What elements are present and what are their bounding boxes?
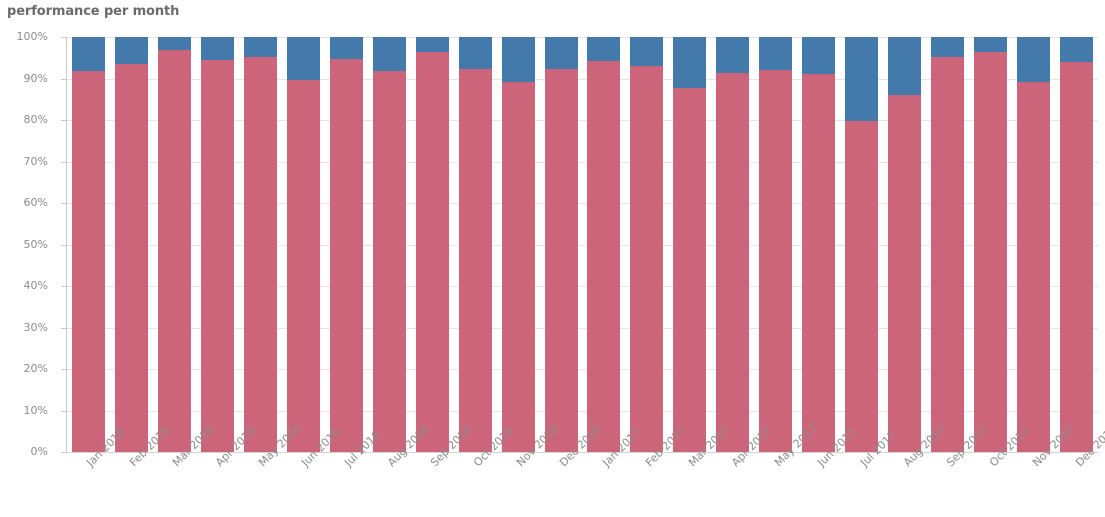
bar-segment-primary[interactable] [71,71,105,452]
bar-segment-secondary[interactable] [587,37,621,62]
bar-group[interactable] [200,37,234,452]
bar-group[interactable] [888,37,922,452]
bar-segment-primary[interactable] [329,59,363,452]
bar-segment-primary[interactable] [243,57,277,452]
bar-group[interactable] [802,37,836,452]
bar-segment-primary[interactable] [372,71,406,452]
bar-segment-secondary[interactable] [329,37,363,59]
bar-segment-primary[interactable] [974,52,1008,452]
bar-segment-secondary[interactable] [501,37,535,83]
bar-segment-primary[interactable] [200,60,234,452]
bar-group[interactable] [759,37,793,452]
y-axis-tick [61,369,66,370]
bar-group[interactable] [329,37,363,452]
bar-segment-primary[interactable] [1060,61,1094,452]
bar-group[interactable] [630,37,664,452]
y-axis-tick-label: 50% [23,238,48,251]
bar-group[interactable] [544,37,578,452]
bar-group[interactable] [1017,37,1051,452]
bar-group[interactable] [501,37,535,452]
bar-segment-primary[interactable] [931,56,965,452]
plot-area [67,37,1098,453]
bar-segment-primary[interactable] [286,80,320,452]
y-axis-tick-label: 70% [23,155,48,168]
bar-segment-secondary[interactable] [286,37,320,81]
bar-segment-secondary[interactable] [71,37,105,72]
bar-group[interactable] [286,37,320,452]
y-axis-tick [61,203,66,204]
bar-segment-secondary[interactable] [759,37,793,70]
y-axis-tick-label: 80% [23,113,48,126]
y-axis-tick [61,328,66,329]
y-axis-tick [61,452,66,453]
stacked-bar-chart: performance per month 100% 90% 80% 70% 60% 50… [0,0,1105,517]
bar-segment-primary[interactable] [888,95,922,452]
bar-group[interactable] [71,37,105,452]
y-axis-tick-label: 10% [23,404,48,417]
bar-group[interactable] [372,37,406,452]
y-axis-tick-label: 60% [23,196,48,209]
bar-segment-secondary[interactable] [1060,37,1094,62]
bar-segment-primary[interactable] [630,66,664,452]
bar-segment-secondary[interactable] [415,37,449,53]
bar-segment-secondary[interactable] [802,37,836,74]
bar-segment-secondary[interactable] [931,37,965,57]
bar-segment-secondary[interactable] [888,37,922,96]
y-axis-tick [61,120,66,121]
y-axis-tick [61,79,66,80]
bar-segment-secondary[interactable] [845,37,879,121]
bar-group[interactable] [415,37,449,452]
bar-group[interactable] [845,37,879,452]
bar-segment-secondary[interactable] [630,37,664,67]
y-axis-tick-label: 20% [23,362,48,375]
bar-segment-primary[interactable] [845,120,879,452]
bar-segment-primary[interactable] [544,68,578,452]
bar-group[interactable] [974,37,1008,452]
bar-group[interactable] [243,37,277,452]
bars [67,37,1098,452]
y-axis-tick-labels: 100% 90% 80% 70% 60% 50% 40% 30% 20% 10% 0% [0,0,56,517]
bar-group[interactable] [931,37,965,452]
bar-group[interactable] [114,37,148,452]
y-axis-tick [61,411,66,412]
bar-segment-primary[interactable] [501,82,535,452]
bar-segment-primary[interactable] [157,50,191,452]
bar-group[interactable] [1060,37,1094,452]
y-axis-tick-label: 100% [16,30,48,43]
y-axis-tick [61,286,66,287]
bar-segment-primary[interactable] [587,61,621,452]
y-axis-tick-label: 0% [30,445,48,458]
bar-segment-secondary[interactable] [157,37,191,51]
bar-group[interactable] [458,37,492,452]
bar-segment-secondary[interactable] [114,37,148,65]
bar-segment-primary[interactable] [759,69,793,452]
bar-segment-primary[interactable] [673,88,707,452]
bar-segment-secondary[interactable] [243,37,277,58]
y-axis-tick-label: 40% [23,279,48,292]
x-axis-tick-labels: Jan 2016 Feb 2016 Mar 2016 Apr 2016 May 2016… [67,422,1105,517]
bar-segment-secondary[interactable] [716,37,750,73]
bar-segment-secondary[interactable] [458,37,492,69]
bar-segment-primary[interactable] [1017,81,1051,452]
y-axis-tick [61,162,66,163]
y-axis-tick-label: 90% [23,72,48,85]
bar-group[interactable] [157,37,191,452]
bar-segment-primary[interactable] [716,72,750,452]
bar-segment-secondary[interactable] [544,37,578,69]
y-axis-tick-label: 30% [23,321,48,334]
bar-segment-secondary[interactable] [372,37,406,72]
bar-segment-secondary[interactable] [673,37,707,89]
y-axis-tick [61,245,66,246]
bar-group[interactable] [716,37,750,452]
y-axis-tick [61,37,66,38]
bar-group[interactable] [673,37,707,452]
bar-segment-primary[interactable] [458,68,492,452]
bar-segment-primary[interactable] [802,73,836,452]
bar-segment-primary[interactable] [415,52,449,452]
bar-segment-primary[interactable] [114,64,148,452]
bar-segment-secondary[interactable] [974,37,1008,53]
bar-group[interactable] [587,37,621,452]
bar-segment-secondary[interactable] [200,37,234,61]
bar-segment-secondary[interactable] [1017,37,1051,82]
